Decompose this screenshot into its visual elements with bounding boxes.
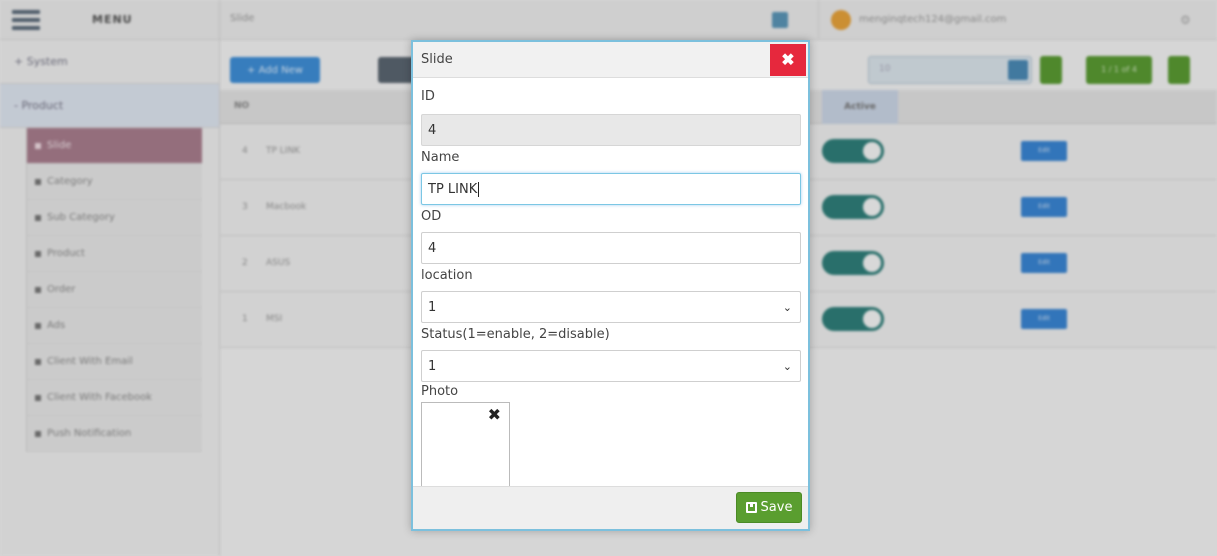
modal-header: Slide ✖ xyxy=(413,42,808,78)
id-value: 4 xyxy=(428,122,437,138)
status-label: Status(1=enable, 2=disable) xyxy=(421,327,610,342)
od-label: OD xyxy=(421,209,442,224)
location-select[interactable]: 1 ⌄ xyxy=(421,291,801,323)
close-icon: ✖ xyxy=(781,52,795,69)
remove-photo-icon[interactable]: ✖ xyxy=(488,405,501,424)
name-input[interactable]: TP LINK xyxy=(421,173,801,205)
id-field: 4 xyxy=(421,114,801,146)
od-input[interactable]: 4 xyxy=(421,232,801,264)
status-value: 1 xyxy=(428,358,437,374)
status-select[interactable]: 1 ⌄ xyxy=(421,350,801,382)
name-label: Name xyxy=(421,150,460,165)
modal-body: ID 4 Name TP LINK OD 4 location 1 ⌄ Stat… xyxy=(413,86,808,492)
slide-edit-modal: Slide ✖ ID 4 Name TP LINK OD 4 location … xyxy=(411,40,810,531)
photo-dropzone[interactable]: ✖ xyxy=(421,402,510,492)
name-value: TP LINK xyxy=(428,181,478,197)
location-value: 1 xyxy=(428,299,437,315)
floppy-disk-icon xyxy=(745,502,757,513)
save-label: Save xyxy=(760,500,793,515)
chevron-down-icon: ⌄ xyxy=(782,300,792,314)
od-value: 4 xyxy=(428,240,437,256)
save-button[interactable]: Save xyxy=(736,492,802,523)
close-button[interactable]: ✖ xyxy=(770,44,806,76)
location-label: location xyxy=(421,268,473,283)
id-label: ID xyxy=(421,89,435,104)
modal-title: Slide xyxy=(421,52,453,67)
photo-label: Photo xyxy=(421,384,459,399)
modal-footer: Save xyxy=(413,486,808,529)
chevron-down-icon: ⌄ xyxy=(782,359,792,373)
text-caret xyxy=(478,181,480,197)
